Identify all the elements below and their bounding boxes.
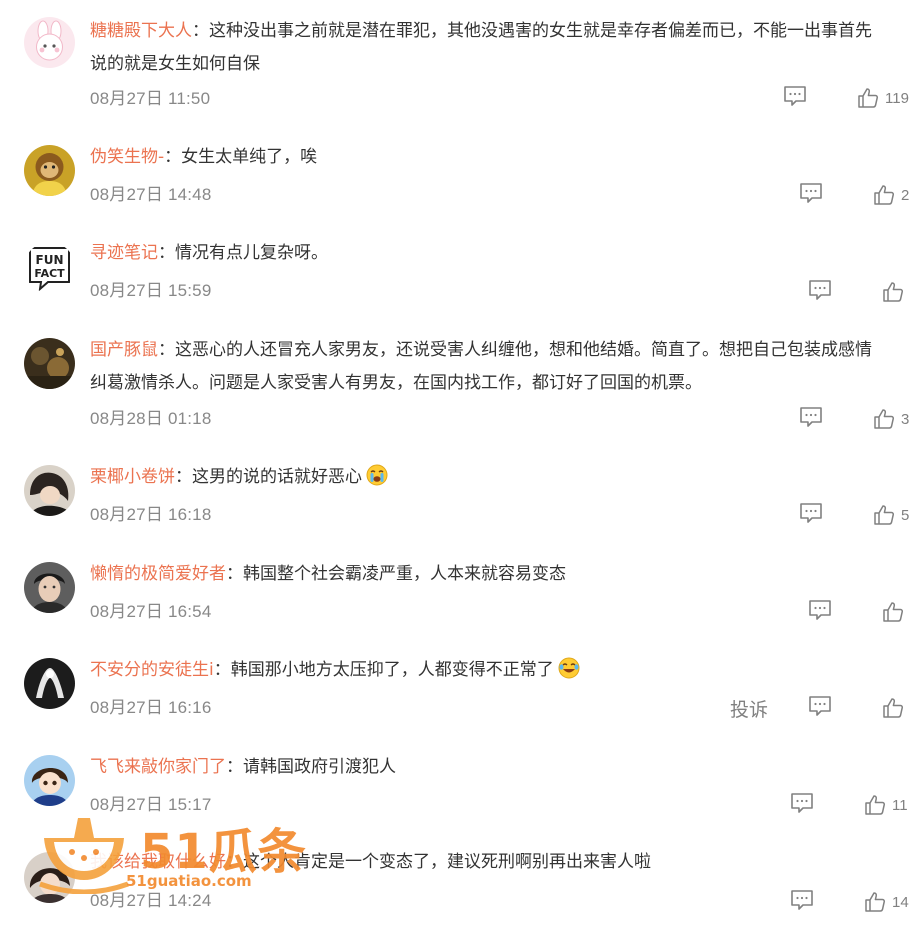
comment-text: 韩国整个社会霸凌严重，人本来就容易变态 (243, 564, 566, 584)
avatar[interactable] (24, 852, 75, 903)
comment-bubble-icon[interactable] (799, 502, 823, 524)
avatar[interactable] (24, 145, 75, 196)
like-button[interactable] (882, 600, 904, 624)
crying-face-icon (366, 464, 388, 486)
avatar[interactable] (24, 17, 75, 68)
username-link[interactable]: 国产豚鼠 (90, 340, 158, 360)
separator: ： (226, 757, 243, 777)
thumbs-up-icon (858, 88, 879, 108)
like-count: 119 (885, 89, 909, 107)
thumbs-up-icon (865, 795, 886, 815)
comment-bubble-icon[interactable] (790, 792, 814, 814)
comment-text: 纠葛激情杀人。问题是人家受害人有男友，在国内找工作，都订好了回国的机票。 (90, 373, 702, 393)
avatar[interactable]: FUN FACT (24, 242, 75, 293)
like-count: 11 (892, 796, 908, 814)
thumbs-up-icon (865, 892, 886, 912)
like-count: 2 (901, 186, 910, 204)
comment-bubble-icon[interactable] (808, 599, 832, 621)
like-button[interactable]: 11 (864, 793, 908, 817)
like-button[interactable] (882, 280, 904, 304)
comment-body: 飞飞来敲你家门了：请韩国政府引渡犯人 (90, 751, 924, 784)
like-button[interactable]: 119 (857, 86, 909, 110)
comment-text: 说的就是女生如何自保 (90, 54, 260, 74)
comment-body: 国产豚鼠：这恶心的人还冒充人家男友，还说受害人纠缠他，想和他结婚。简直了。想把自… (90, 334, 924, 400)
comment-date: 08月27日 16:16 (90, 698, 212, 717)
comment-bubble-icon[interactable] (783, 85, 807, 107)
comment-bubble-icon[interactable] (808, 279, 832, 301)
comment-text: 这男的说的话就好恶心 (192, 467, 362, 487)
comment-text: 这种没出事之前就是潜在罪犯，其他没遇害的女生就是幸存者偏差而已，不能一出事首先 (209, 21, 872, 41)
username-link[interactable]: 懒惰的极简爱好者 (90, 564, 226, 584)
like-button[interactable]: 14 (864, 890, 909, 914)
separator: ： (213, 660, 231, 680)
thumbs-up-icon (883, 698, 904, 718)
thumbs-up-icon (874, 505, 895, 525)
laugh-cry-face-icon (558, 657, 580, 679)
username-link[interactable]: 我该给我取什么好 (90, 852, 226, 872)
separator: ： (226, 852, 243, 872)
separator: ： (175, 467, 192, 487)
separator: ： (164, 147, 182, 167)
thumbs-up-icon (874, 409, 895, 429)
avatar-text: FUN (36, 253, 64, 267)
separator: ： (158, 243, 175, 263)
avatar[interactable] (24, 465, 75, 516)
comment-body: 我该给我取什么好：这个人肯定是一个变态了，建议死刑啊别再出来害人啦 (90, 846, 924, 879)
comment-text: 请韩国政府引渡犯人 (243, 757, 396, 777)
separator: ： (158, 340, 175, 360)
comment-date: 08月27日 15:17 (90, 795, 212, 814)
avatar[interactable] (24, 755, 75, 806)
comment-bubble-icon[interactable] (808, 695, 832, 717)
comment-body: 不安分的安徒生i：韩国那小地方太压抑了，人都变得不正常了 (90, 654, 924, 687)
comment-text: 女生太单纯了，唉 (181, 147, 318, 167)
like-button[interactable] (882, 696, 904, 720)
username-link[interactable]: 糖糖殿下大人 (90, 21, 192, 41)
comment-text: 这个人肯定是一个变态了，建议死刑啊别再出来害人啦 (243, 852, 651, 872)
comment-body: 栗椰小卷饼：这男的说的话就好恶心 (90, 461, 924, 494)
comment-date: 08月27日 14:48 (90, 185, 212, 204)
comment-body: 伪笑生物-：女生太单纯了，唉 (90, 141, 924, 174)
separator: ： (192, 21, 209, 41)
comment-date: 08月27日 16:54 (90, 602, 212, 621)
comment-bubble-icon[interactable] (790, 889, 814, 911)
separator: ： (226, 564, 243, 584)
comment-text: 这恶心的人还冒充人家男友，还说受害人纠缠他，想和他结婚。简直了。想把自己包装成感… (175, 340, 872, 360)
thumbs-up-icon (883, 282, 904, 302)
avatar[interactable] (24, 338, 75, 389)
comment-bubble-icon[interactable] (799, 406, 823, 428)
like-button[interactable]: 5 (873, 503, 909, 527)
comment-bubble-icon[interactable] (799, 182, 823, 204)
comment-body: 糖糖殿下大人：这种没出事之前就是潜在罪犯，其他没遇害的女生就是幸存者偏差而已，不… (90, 15, 924, 81)
comment-body: 寻迹笔记：情况有点儿复杂呀。 (90, 237, 924, 270)
comment-date: 08月27日 16:18 (90, 505, 212, 524)
thumbs-up-icon (874, 185, 895, 205)
thumbs-up-icon (883, 602, 904, 622)
like-button[interactable]: 3 (873, 407, 909, 431)
username-link[interactable]: 栗椰小卷饼 (90, 467, 175, 487)
comment-text: 情况有点儿复杂呀。 (175, 243, 328, 263)
comment-date: 08月28日 01:18 (90, 409, 212, 428)
avatar[interactable] (24, 658, 75, 709)
like-count: 5 (901, 506, 910, 524)
like-count: 3 (901, 410, 910, 428)
comment-date: 08月27日 14:24 (90, 891, 212, 910)
username-link[interactable]: 寻迹笔记 (90, 243, 158, 263)
like-count: 14 (892, 893, 909, 911)
username-link[interactable]: 不安分的安徒生i (90, 660, 214, 680)
comment-text: 韩国那小地方太压抑了，人都变得不正常了 (230, 660, 554, 680)
avatar-text: FACT (34, 267, 65, 280)
like-button[interactable]: 2 (873, 183, 909, 207)
comment-list: 糖糖殿下大人：这种没出事之前就是潜在罪犯，其他没遇害的女生就是幸存者偏差而已，不… (0, 0, 924, 928)
report-link[interactable]: 投诉 (730, 695, 768, 722)
comment-date: 08月27日 11:50 (90, 89, 211, 108)
avatar[interactable] (24, 562, 75, 613)
username-link[interactable]: 伪笑生物- (90, 147, 164, 167)
comment-body: 懒惰的极简爱好者：韩国整个社会霸凌严重，人本来就容易变态 (90, 558, 924, 591)
comment-date: 08月27日 15:59 (90, 281, 212, 300)
username-link[interactable]: 飞飞来敲你家门了 (90, 757, 226, 777)
